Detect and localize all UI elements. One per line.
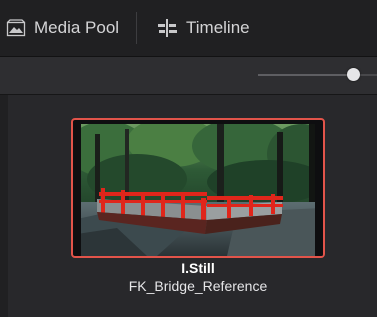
tab-divider [136, 12, 137, 44]
bin-clip-area[interactable]: I.Still FK_Bridge_Reference [0, 95, 377, 317]
panel-tab-bar: Media Pool Timeline [0, 0, 377, 57]
zoom-slider-handle[interactable] [347, 68, 360, 81]
media-pool-panel: Media Pool Timeline I.Still FK_Bridge_Re… [0, 0, 377, 317]
clip-item[interactable]: I.Still FK_Bridge_Reference [71, 118, 325, 298]
clip-name: I.Still [181, 260, 215, 276]
tab-timeline-label: Timeline [186, 18, 250, 37]
tab-media-pool[interactable]: Media Pool [6, 0, 119, 56]
bin-list-edge [0, 95, 8, 317]
clip-thumbnail[interactable] [71, 118, 325, 258]
bin-toolbar [0, 57, 377, 95]
media-pool-icon [6, 19, 26, 37]
red-bridge-forest-thumbnail [77, 124, 323, 256]
timeline-icon [156, 18, 178, 38]
zoom-slider-fill [258, 74, 353, 76]
tab-timeline[interactable]: Timeline [156, 0, 250, 56]
clip-subtitle: FK_Bridge_Reference [128, 278, 268, 294]
thumbnail-zoom-slider[interactable] [258, 66, 377, 84]
tab-media-pool-label: Media Pool [34, 18, 120, 37]
